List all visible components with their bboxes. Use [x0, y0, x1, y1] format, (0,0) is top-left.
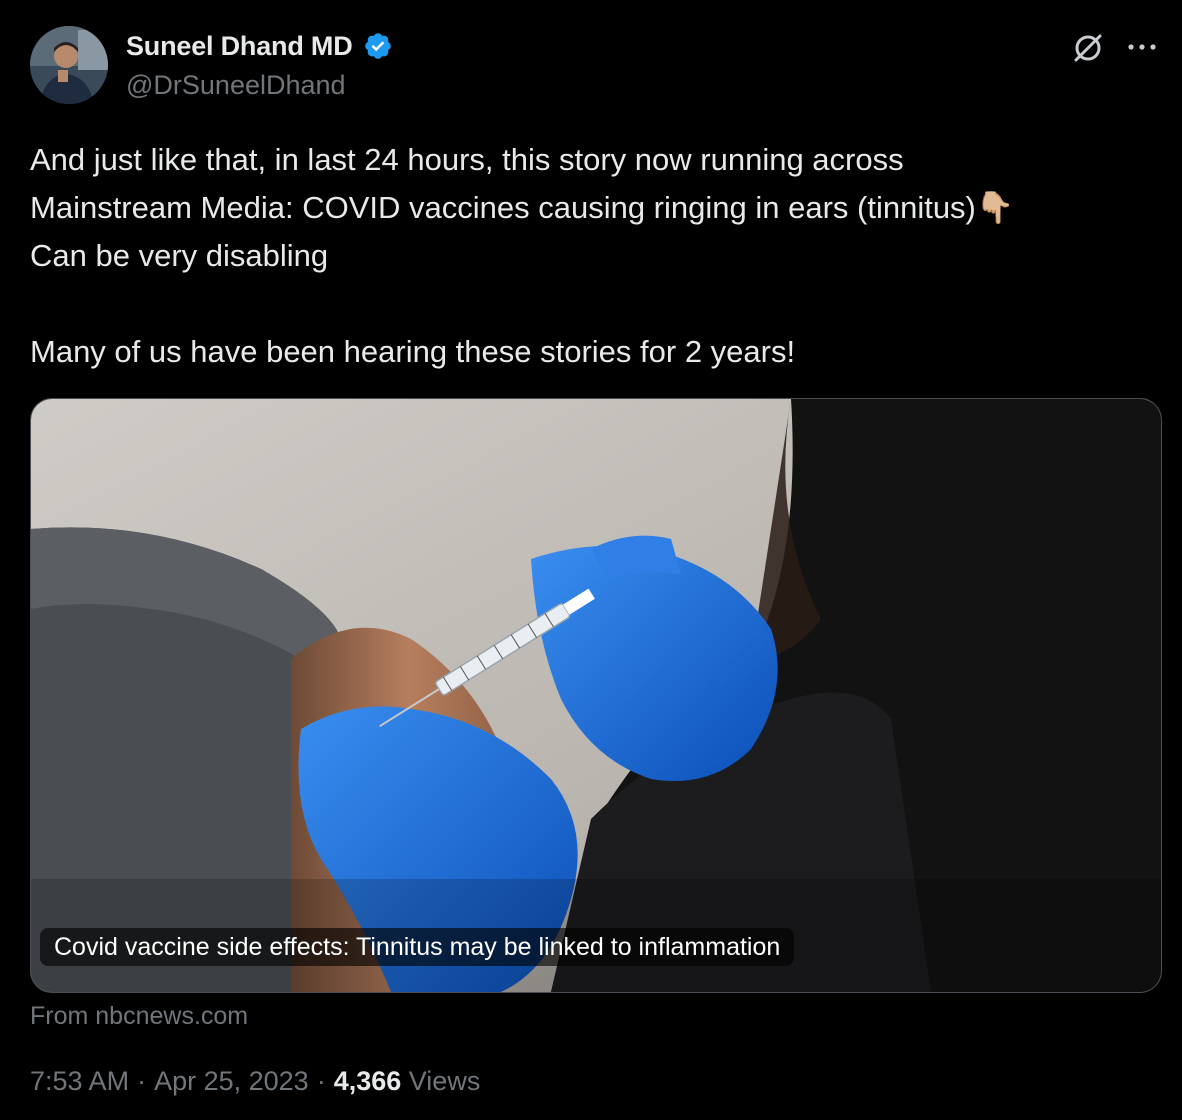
avatar-image: [30, 26, 108, 104]
tweet-date[interactable]: Apr 25, 2023: [154, 1066, 309, 1097]
meta-separator: ·: [316, 1066, 326, 1096]
tweet-text: And just like that, in last 24 hours, th…: [30, 142, 1015, 369]
tweet-article[interactable]: Suneel Dhand MD @DrSuneelDhand And just …: [0, 0, 1182, 1120]
tweet-meta: 7:53 AM · Apr 25, 2023 · 4,366 Views: [30, 1066, 480, 1097]
author-handle[interactable]: @DrSuneelDhand: [126, 70, 346, 101]
more-options-icon[interactable]: [1124, 32, 1160, 62]
card-source[interactable]: From nbcnews.com: [30, 1002, 248, 1031]
grok-icon[interactable]: [1070, 30, 1106, 66]
views-count: 4,366: [333, 1066, 402, 1096]
card-image: [31, 399, 1161, 992]
author-display-name[interactable]: Suneel Dhand MD: [126, 31, 353, 62]
verified-badge-icon: [364, 33, 391, 59]
author-name-row[interactable]: Suneel Dhand MD: [126, 28, 393, 64]
meta-separator: ·: [137, 1066, 147, 1096]
card-title[interactable]: Covid vaccine side effects: Tinnitus may…: [40, 928, 795, 966]
views-label: Views: [408, 1066, 481, 1096]
avatar[interactable]: [30, 26, 108, 104]
tweet-time[interactable]: 7:53 AM: [30, 1066, 129, 1097]
link-card[interactable]: [30, 398, 1162, 993]
